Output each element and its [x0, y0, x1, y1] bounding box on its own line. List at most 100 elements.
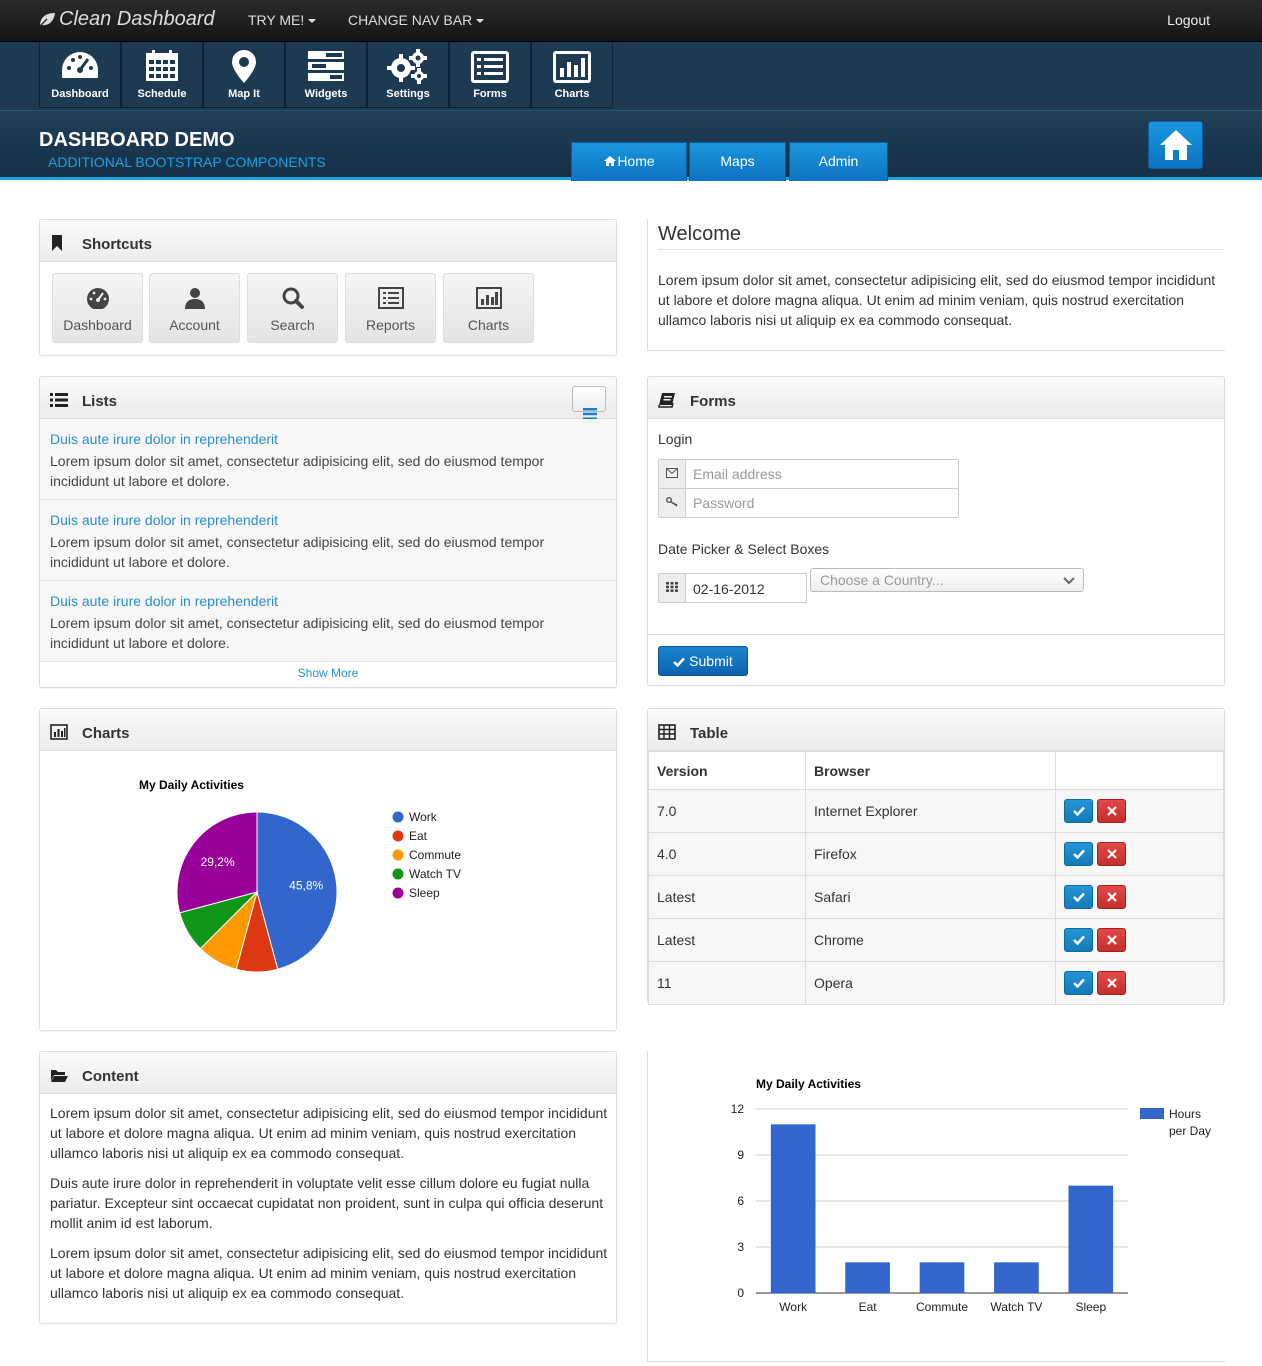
tab-admin[interactable]: Admin — [789, 142, 888, 181]
bar-chart-icon — [50, 724, 68, 740]
page-title: DASHBOARD DEMO — [39, 129, 235, 151]
nav-schedule[interactable]: Schedule — [121, 42, 203, 108]
row-actions — [1055, 875, 1224, 919]
key-addon — [659, 489, 686, 517]
nav-settings-label: Settings — [386, 88, 430, 100]
table-cell: Chrome — [805, 918, 1056, 962]
y-tick-label: 0 — [737, 1286, 744, 1300]
table-row: 11 Opera — [648, 961, 1224, 1005]
nav-forms[interactable]: Forms — [449, 42, 531, 108]
content-paragraph: Lorem ipsum dolor sit amet, consectetur … — [50, 1105, 608, 1161]
country-placeholder: Choose a Country... — [820, 572, 944, 588]
country-select[interactable]: Choose a Country... — [810, 568, 1084, 592]
shortcut-account[interactable]: Account — [149, 273, 240, 343]
home-button[interactable] — [1148, 121, 1203, 169]
home-icon — [604, 156, 617, 166]
list-item-link[interactable]: Duis aute irure dolor in reprehenderit — [50, 512, 278, 528]
widgets-icon — [308, 51, 344, 81]
date-picker-input[interactable]: 02-16-2012 — [658, 573, 807, 603]
table-cell: 11 — [648, 961, 806, 1005]
dashboard-icon — [86, 288, 109, 309]
legend-marker — [392, 887, 404, 899]
list-item-link[interactable]: Duis aute irure dolor in reprehenderit — [50, 593, 278, 609]
row-actions — [1055, 789, 1224, 833]
legend-label: Eat — [409, 829, 428, 843]
approve-button[interactable] — [1064, 842, 1093, 866]
table-icon — [658, 724, 676, 740]
delete-button[interactable] — [1097, 799, 1126, 823]
y-tick-label: 9 — [737, 1148, 744, 1162]
top-navbar: Clean Dashboard TRY ME! CHANGE NAV BAR L… — [0, 0, 1262, 42]
list-item: Duis aute irure dolor in reprehenderit L… — [40, 500, 616, 581]
brand[interactable]: Clean Dashboard — [38, 8, 215, 31]
delete-button[interactable] — [1097, 971, 1126, 995]
column-header: Version — [648, 751, 806, 790]
shortcut-search[interactable]: Search — [247, 273, 338, 343]
nav-charts-label: Charts — [554, 88, 590, 100]
welcome-text: Lorem ipsum dolor sit amet, consectetur … — [658, 272, 1216, 328]
show-more-link[interactable]: Show More — [40, 661, 616, 683]
lists-menu-button[interactable] — [572, 386, 606, 420]
legend-label: Work — [409, 810, 438, 824]
list-item: Duis aute irure dolor in reprehenderit L… — [40, 419, 616, 500]
close-icon — [1106, 849, 1117, 859]
submit-button[interactable]: Submit — [658, 646, 748, 676]
password-field[interactable]: Password — [658, 488, 959, 518]
table-cell: Latest — [648, 918, 806, 962]
nav-dashboard[interactable]: Dashboard — [39, 42, 121, 108]
try-me-menu[interactable]: TRY ME! — [248, 12, 317, 28]
home-icon — [1159, 130, 1192, 160]
delete-button[interactable] — [1097, 842, 1126, 866]
approve-button[interactable] — [1064, 971, 1093, 995]
nav-map-it[interactable]: Map It — [203, 42, 285, 108]
bar-work[interactable] — [770, 1124, 816, 1293]
table-row: Latest Chrome — [648, 918, 1224, 962]
nav-map-it-label: Map It — [228, 88, 260, 100]
envelope-icon — [666, 468, 678, 478]
shortcut-dashboard[interactable]: Dashboard — [52, 273, 143, 343]
approve-button[interactable] — [1064, 928, 1093, 952]
delete-button[interactable] — [1097, 928, 1126, 952]
approve-button[interactable] — [1064, 799, 1093, 823]
table-cell: Safari — [805, 875, 1056, 919]
bar-commute[interactable] — [919, 1262, 965, 1293]
list-item-link[interactable]: Duis aute irure dolor in reprehenderit — [50, 431, 278, 447]
shortcuts-header: Shortcuts — [40, 220, 616, 262]
list-item-text: Lorem ipsum dolor sit amet, consectetur … — [50, 615, 545, 651]
legend-marker — [392, 811, 404, 823]
logout-link[interactable]: Logout — [1167, 12, 1210, 28]
tab-maps[interactable]: Maps — [689, 142, 786, 181]
bar-sleep[interactable] — [1068, 1185, 1114, 1293]
content-panel: Content Lorem ipsum dolor sit amet, cons… — [39, 1051, 617, 1324]
content-header: Content — [40, 1052, 616, 1094]
nav-widgets[interactable]: Widgets — [285, 42, 367, 108]
list-alt-icon — [377, 287, 404, 309]
book-icon — [658, 393, 675, 408]
bar-watch-tv[interactable] — [994, 1262, 1039, 1293]
tab-home[interactable]: Home — [571, 142, 687, 181]
nav-charts[interactable]: Charts — [531, 42, 613, 108]
lists-header: Lists — [40, 377, 616, 420]
shortcut-search-label: Search — [270, 317, 315, 333]
content-title: Content — [82, 1068, 139, 1085]
shortcut-charts[interactable]: Charts — [443, 273, 534, 343]
check-icon — [1072, 978, 1085, 988]
shortcut-reports[interactable]: Reports — [345, 273, 436, 343]
table-cell: 4.0 — [648, 832, 806, 876]
nav-forms-label: Forms — [473, 88, 507, 100]
nav-settings[interactable]: Settings — [367, 42, 449, 108]
close-icon — [1106, 892, 1117, 902]
cogs-icon — [387, 49, 427, 84]
date-picker-label: Date Picker & Select Boxes — [658, 541, 830, 557]
welcome-title: Welcome — [658, 223, 741, 245]
calendar-addon — [659, 574, 686, 602]
email-field[interactable]: Email address — [658, 459, 959, 489]
calendar-icon — [146, 50, 178, 81]
change-nav-menu[interactable]: CHANGE NAV BAR — [348, 12, 485, 28]
y-tick-label: 6 — [737, 1194, 744, 1208]
delete-button[interactable] — [1097, 885, 1126, 909]
list-item-text: Lorem ipsum dolor sit amet, consectetur … — [50, 534, 545, 570]
bar-eat[interactable] — [845, 1262, 890, 1293]
shortcut-charts-label: Charts — [467, 317, 510, 333]
approve-button[interactable] — [1064, 885, 1093, 909]
